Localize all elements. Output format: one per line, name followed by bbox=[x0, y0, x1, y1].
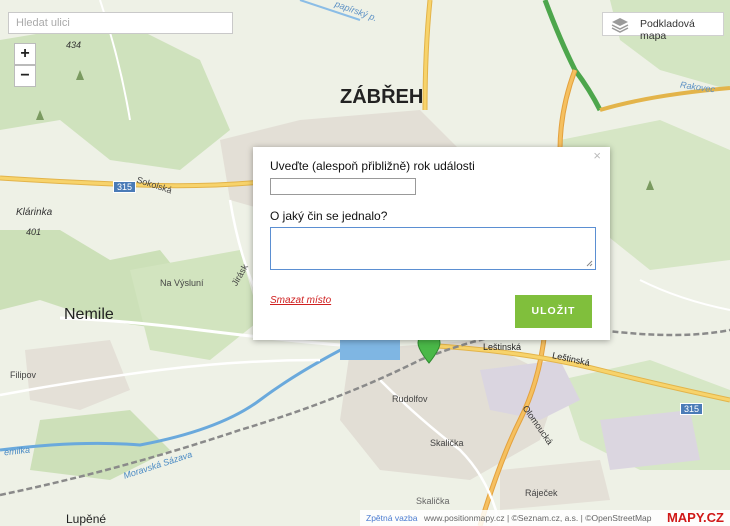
layers-icon bbox=[611, 18, 629, 33]
place-label-klarinka: Klárinka bbox=[16, 207, 53, 218]
base-map-label: Podkladová mapa bbox=[640, 18, 695, 42]
place-label-filipov: Filipov bbox=[10, 370, 37, 380]
feedback-link[interactable]: Zpětná vazba bbox=[366, 513, 418, 523]
place-label-na-vysluni: Na Výsluní bbox=[160, 278, 204, 288]
resize-grip-icon[interactable] bbox=[586, 260, 593, 267]
place-label-skalicka: Skalička bbox=[430, 438, 464, 448]
street-label-lestinska: Leštinská bbox=[483, 342, 522, 352]
zoom-out-button[interactable]: − bbox=[14, 65, 36, 87]
place-label-rudolfov: Rudolfov bbox=[392, 394, 428, 404]
road-number-315-b: 315 bbox=[680, 403, 704, 415]
place-label-nemile: Nemile bbox=[64, 306, 114, 323]
place-label-rajecek: Ráječek bbox=[525, 488, 558, 498]
zoom-in-button[interactable]: + bbox=[14, 43, 36, 65]
map-attribution-bar: Zpětná vazba www.positionmapy.cz | ©Sezn… bbox=[360, 510, 730, 526]
elevation-label-434: 434 bbox=[66, 40, 82, 50]
year-input[interactable] bbox=[270, 178, 416, 195]
base-map-button[interactable]: Podkladová mapa bbox=[602, 12, 724, 42]
place-label-lupene: Lupěné bbox=[66, 512, 107, 526]
place-label-skalicka-2: Skalička bbox=[416, 496, 450, 506]
road-number-315-a: 315 bbox=[113, 181, 137, 193]
elevation-label-401: 401 bbox=[26, 227, 42, 237]
act-question-label: O jaký čin se jednalo? bbox=[270, 209, 388, 223]
year-question-label: Uveďte (alespoň přibližně) rok události bbox=[270, 159, 475, 173]
delete-place-link[interactable]: Smazat místo bbox=[270, 295, 331, 306]
close-icon[interactable]: × bbox=[593, 148, 601, 163]
mapy-cz-logo[interactable]: MAPY.CZ bbox=[667, 510, 724, 525]
act-textarea[interactable] bbox=[270, 227, 596, 270]
save-button[interactable]: ULOŽIT bbox=[515, 295, 592, 328]
attribution-text[interactable]: www.positionmapy.cz | ©Seznam.cz, a.s. |… bbox=[424, 513, 651, 523]
event-form-popup: × Uveďte (alespoň přibližně) rok událost… bbox=[253, 147, 610, 340]
place-label-zabreh: ZÁBŘEH bbox=[340, 86, 424, 108]
street-search-input[interactable]: Hledat ulici bbox=[8, 12, 233, 34]
